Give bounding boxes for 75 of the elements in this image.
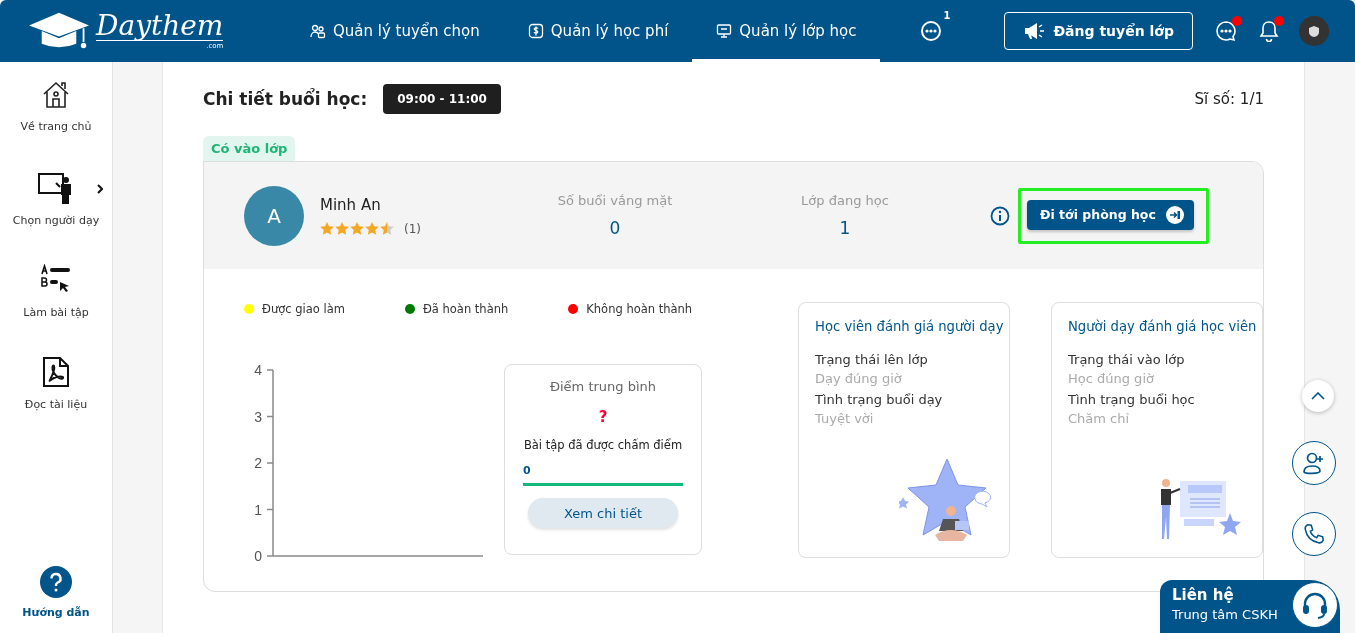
more-icon[interactable] [920,20,943,42]
review-field-value: Dạy đúng giờ [815,371,903,386]
star-icon [350,222,364,235]
axis-tick-label: 4 [254,362,262,378]
review-title: Người dạy đánh giá học viên [1068,319,1254,334]
add-user-button[interactable] [1292,441,1336,485]
stat-label: Số buổi vắng mặt [557,193,673,208]
pdf-file-icon [42,356,70,388]
stat-value: 1 [839,218,851,238]
post-class-button[interactable]: Đăng tuyển lớp [1004,12,1193,50]
chevron-up-icon [1311,392,1325,400]
help-link[interactable]: Hướng dẫn [22,566,90,619]
legend-label: Đã hoàn thành [422,302,509,316]
info-icon[interactable] [990,205,1010,226]
notification-count: 1 [943,10,951,21]
graduation-cap-icon [26,11,92,51]
nav-tab[interactable]: Quản lý tuyển chọn [286,0,504,62]
help-icon [40,566,72,598]
sidebar-item[interactable]: Chọn người dạy [0,172,113,264]
axis-tick-label: 1 [254,501,262,518]
score-value: ? [598,408,608,426]
sidebar-item[interactable]: Về trang chủ [0,80,113,172]
star-icon [365,222,379,235]
rating-count: (1) [404,221,421,236]
scroll-up-button[interactable] [1302,380,1334,412]
time-badge: 09:00 - 11:00 [383,84,501,114]
review-field-value: Chăm chỉ [1068,411,1131,426]
class-size: Sĩ số: 1/1 [1194,90,1264,108]
student-name: Minh An [320,195,382,214]
legend-label: Được giao làm [262,302,345,316]
review-field-value: Tuyệt vời [815,411,875,426]
page-title: Chi tiết buổi học: [203,89,368,109]
phone-icon [1303,523,1325,545]
view-details-button[interactable]: Xem chi tiết [528,498,678,528]
axis-tick-label: 0 [254,548,262,564]
stat-value: 0 [609,218,621,238]
go-to-classroom-button[interactable]: Đi tới phòng học [1027,199,1194,230]
enter-icon [1165,205,1184,224]
contact-title: Liên hệ [1172,586,1235,604]
logo-wordmark: Daythem [96,12,224,41]
graded-label: Bài tập đã được chấm điểm [523,438,683,452]
house-icon [41,80,71,110]
sidebar-item[interactable]: Đọc tài liệu [0,356,113,448]
sidebar-item[interactable]: Làm bài tập [0,264,113,356]
avatar-initial: A [244,185,304,246]
monitor-icon [716,23,733,39]
review-field-value: Học đúng giờ [1068,371,1155,386]
stat-label: Lớp đang học [801,193,889,208]
dollar-icon [527,23,544,39]
call-button[interactable] [1292,512,1336,556]
axis-tick-label: 3 [254,408,262,425]
megaphone-icon [1023,22,1046,40]
teacher-board-icon [38,172,74,204]
axis-tick-label: 2 [254,455,262,471]
score-title: Điểm trung bình [549,379,657,394]
star-icon [335,222,349,235]
review-field-label: Tình trạng buổi học [1068,392,1196,407]
chat-icon[interactable] [1215,20,1237,42]
bell-icon[interactable] [1259,20,1279,42]
star-icon [320,222,334,235]
user-avatar[interactable] [1299,16,1329,46]
headset-icon [1300,590,1330,620]
review-field-label: Trạng thái lên lớp [815,352,929,367]
contact-widget[interactable]: Liên hệ Trung tâm CSKH [1160,580,1340,633]
review-field-label: Trạng thái vào lớp [1068,352,1186,367]
legend-label: Không hoàn thành [586,302,693,316]
add-user-icon [1302,451,1326,475]
nav-tab[interactable]: Quản lý học phí [503,0,693,62]
users-icon [310,23,326,39]
chevron-right-icon [96,184,103,194]
contact-subtitle: Trung tâm CSKH [1172,607,1278,622]
review-title: Học viên đánh giá người dạy [815,319,1001,334]
graded-count: 0 [523,464,531,477]
star-icon [380,222,394,235]
review-field-label: Tình trạng buổi dạy [815,392,944,407]
